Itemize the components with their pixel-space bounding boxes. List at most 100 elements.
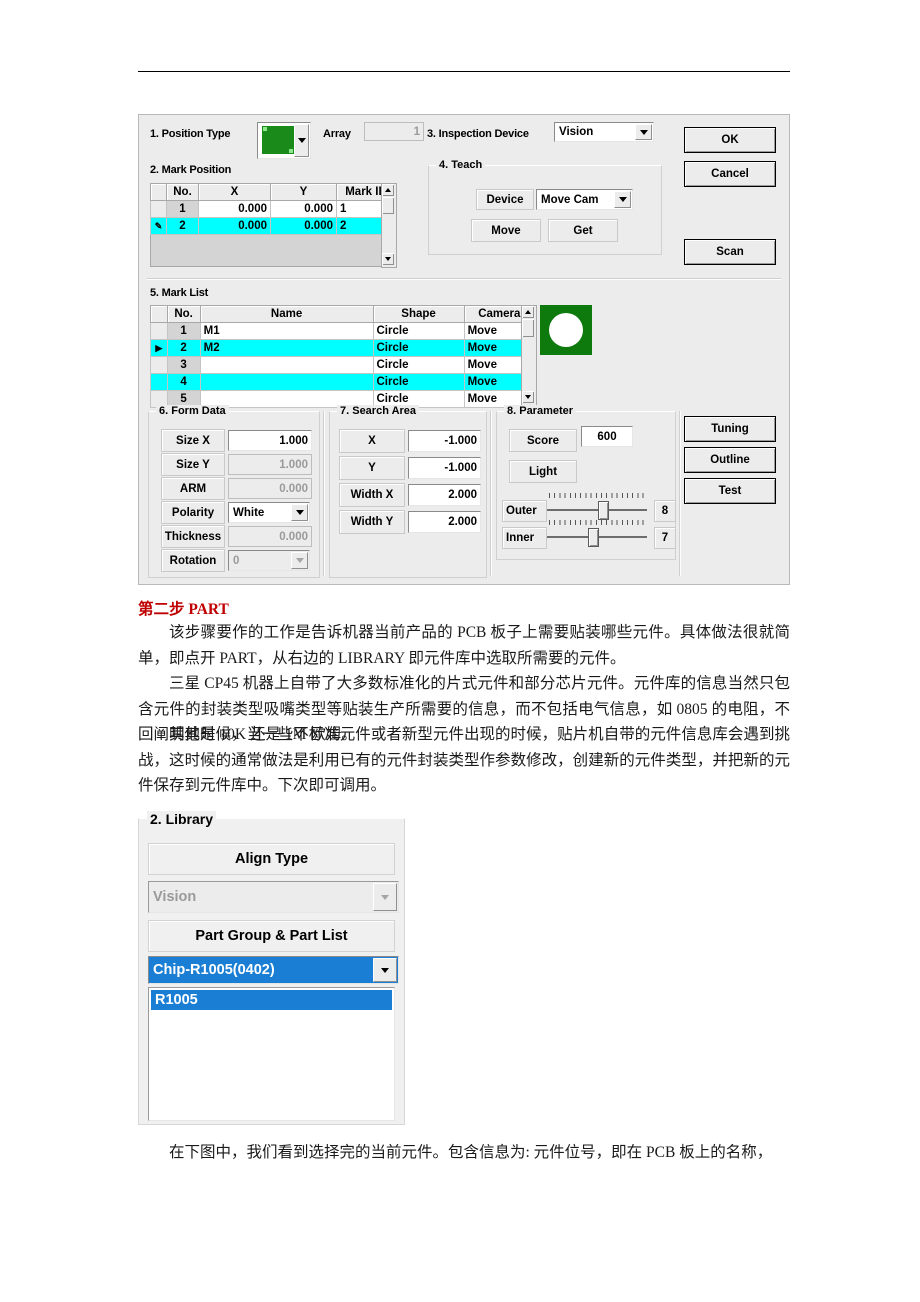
cell-x[interactable]: 0.000: [198, 200, 271, 218]
cell-name[interactable]: M2: [199, 339, 374, 357]
align-type-header[interactable]: Align Type: [148, 843, 395, 875]
form-label-arm: ARM: [161, 477, 225, 500]
teach-get-button[interactable]: Get: [548, 219, 618, 242]
form-value-size-x[interactable]: 1.000: [228, 430, 312, 451]
mark-list-scrollbar[interactable]: [521, 305, 537, 406]
chevron-down-icon[interactable]: [614, 191, 631, 208]
cancel-button[interactable]: Cancel: [684, 161, 776, 187]
form-label-polarity: Polarity: [161, 501, 225, 524]
divider: [147, 278, 781, 280]
scan-button[interactable]: Scan: [684, 239, 776, 265]
col-no[interactable]: No.: [166, 183, 199, 201]
search-value-y[interactable]: -1.000: [408, 457, 481, 479]
cell-shape[interactable]: Circle: [372, 339, 465, 357]
cell-y[interactable]: 0.000: [270, 217, 337, 235]
cell-x[interactable]: 0.000: [198, 217, 271, 235]
table-row[interactable]: 4 Circle Move: [150, 373, 536, 391]
part-list[interactable]: R1005: [148, 987, 395, 1121]
teach-group: [428, 165, 662, 255]
align-type-select[interactable]: Vision: [148, 881, 399, 913]
chevron-down-icon[interactable]: [294, 124, 309, 157]
array-value[interactable]: 1: [364, 122, 424, 141]
chevron-down-icon[interactable]: [291, 504, 308, 521]
section-label-form-data: 6. Form Data: [156, 405, 229, 417]
row-marker[interactable]: [150, 322, 168, 340]
table-row[interactable]: ✎ 2 0.000 0.000 2: [150, 217, 396, 235]
teach-device-label: Device: [476, 189, 534, 210]
document-page: 1. Position Type Array 1 2. Mark Positio…: [0, 0, 920, 1302]
scroll-down-icon[interactable]: [522, 391, 534, 403]
test-button[interactable]: Test: [684, 478, 776, 504]
scroll-down-icon[interactable]: [382, 253, 394, 265]
cell-y[interactable]: 0.000: [270, 200, 337, 218]
chevron-down-icon[interactable]: [373, 883, 397, 911]
inner-slider-ticks: [549, 520, 645, 525]
scroll-up-icon[interactable]: [522, 306, 534, 318]
position-type-swatch-box[interactable]: [257, 122, 311, 159]
cell-name[interactable]: [199, 373, 374, 391]
teach-device-select[interactable]: Move Cam: [536, 189, 633, 210]
form-value-arm[interactable]: 0.000: [228, 478, 312, 499]
chevron-down-icon[interactable]: [373, 958, 397, 982]
outline-button[interactable]: Outline: [684, 447, 776, 473]
col-shape[interactable]: Shape: [372, 305, 465, 323]
row-marker[interactable]: [150, 200, 167, 218]
table-row[interactable]: 3 Circle Move: [150, 356, 536, 374]
scroll-up-icon[interactable]: [382, 184, 394, 196]
form-field-3[interactable]: White: [228, 502, 310, 523]
edit-pencil-icon[interactable]: ✎: [150, 217, 167, 235]
part-list-item[interactable]: R1005: [151, 990, 392, 1010]
ok-button[interactable]: OK: [684, 127, 776, 153]
score-value[interactable]: 600: [581, 426, 633, 447]
mark-position-table[interactable]: No. X Y Mark ID 1 0.000 0.000 1 ✎ 2 0.000 0.000…: [150, 183, 396, 235]
col-x[interactable]: X: [198, 183, 271, 201]
scroll-thumb[interactable]: [522, 319, 534, 337]
tuning-button[interactable]: Tuning: [684, 416, 776, 442]
outer-slider-track[interactable]: [547, 509, 647, 511]
search-value-x[interactable]: -1.000: [408, 430, 481, 452]
table-row[interactable]: 1 M1 Circle Move: [150, 322, 536, 340]
cell-no[interactable]: 4: [166, 373, 201, 391]
cell-shape[interactable]: Circle: [372, 356, 465, 374]
cell-shape[interactable]: Circle: [372, 373, 465, 391]
position-type-green-icon: [262, 126, 294, 154]
form-value-thickness[interactable]: 0.000: [228, 526, 312, 547]
inspection-device-select[interactable]: Vision: [554, 122, 654, 142]
search-value-width-x[interactable]: 2.000: [408, 484, 481, 506]
cell-no[interactable]: 3: [166, 356, 201, 374]
light-button[interactable]: Light: [509, 460, 577, 483]
part-group-header[interactable]: Part Group & Part List: [148, 920, 395, 952]
mark-position-scrollbar[interactable]: [381, 183, 397, 268]
col-name[interactable]: Name: [199, 305, 374, 323]
section-label-mark-list: 5. Mark List: [150, 287, 209, 299]
outer-slider-thumb[interactable]: [598, 501, 609, 520]
mark-list-table[interactable]: No. Name Shape Camera 1 M1 Circle Move ▶ 2 M2 C…: [150, 305, 536, 408]
cell-name[interactable]: M1: [199, 322, 374, 340]
row-marker[interactable]: [150, 356, 168, 374]
col-no[interactable]: No.: [166, 305, 201, 323]
current-row-arrow-icon[interactable]: ▶: [150, 339, 168, 357]
mark-setup-dialog: 1. Position Type Array 1 2. Mark Positio…: [138, 114, 790, 585]
inner-slider-thumb[interactable]: [588, 528, 599, 547]
form-field-5[interactable]: 0: [228, 550, 310, 571]
cell-name[interactable]: [199, 356, 374, 374]
cell-no[interactable]: 1: [166, 322, 201, 340]
search-value-width-y[interactable]: 2.000: [408, 511, 481, 533]
scroll-thumb[interactable]: [382, 197, 394, 214]
paragraph-1: 该步骤要作的工作是告诉机器当前产品的 PCB 板子上需要贴装哪些元件。具体做法很…: [138, 624, 790, 667]
part-group-select[interactable]: Chip-R1005(0402): [148, 956, 399, 984]
cell-shape[interactable]: Circle: [372, 322, 465, 340]
chevron-down-icon[interactable]: [635, 124, 652, 140]
table-row[interactable]: ▶ 2 M2 Circle Move: [150, 339, 536, 357]
col-y[interactable]: Y: [270, 183, 337, 201]
table-row[interactable]: 1 0.000 0.000 1: [150, 200, 396, 218]
align-type-value: Vision: [153, 889, 197, 905]
cell-no[interactable]: 1: [166, 200, 199, 218]
cell-no[interactable]: 2: [166, 217, 199, 235]
cell-no[interactable]: 2: [166, 339, 201, 357]
row-marker[interactable]: [150, 373, 168, 391]
teach-move-button[interactable]: Move: [471, 219, 541, 242]
form-value-size-y[interactable]: 1.000: [228, 454, 312, 475]
header-rule: [138, 71, 790, 72]
chevron-down-icon[interactable]: [291, 552, 308, 569]
